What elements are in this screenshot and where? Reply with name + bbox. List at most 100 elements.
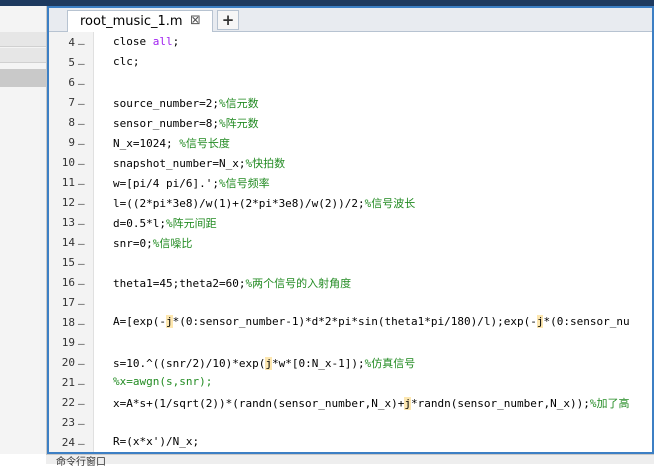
code-line[interactable]: 18– A=[exp(-j*(0:sensor_number-1)*d*2*pi*… (49, 312, 652, 332)
code-line[interactable]: 21– %x=awgn(s,snr); (49, 372, 652, 392)
code-comment: %阵元数 (218, 117, 259, 130)
code-comment: %x=awgn(s,snr); (113, 375, 213, 388)
executable-line-marker[interactable]: – (78, 357, 87, 370)
code-line[interactable]: 7– source_number=2;%信元数 (49, 92, 652, 112)
executable-line-marker[interactable]: – (78, 157, 87, 170)
code-token: *randn(sensor_number,N_x)); (411, 397, 590, 410)
code-text: l=((2*pi*3e8)/w(1)+(2*pi*3e8)/w(2))/2;%信… (113, 195, 415, 211)
code-line[interactable]: 23– (49, 412, 652, 432)
code-line[interactable]: 15– (49, 252, 652, 272)
executable-line-marker[interactable]: – (78, 137, 87, 150)
line-number: 9 (68, 136, 75, 149)
code-token: *(0:sensor_nu (543, 315, 630, 328)
line-number: 23 (61, 416, 75, 429)
executable-line-marker[interactable]: – (78, 377, 87, 390)
code-line[interactable]: 17– (49, 292, 652, 312)
folder-row[interactable] (0, 32, 46, 47)
code-token: theta1=45;theta2=60; (113, 277, 246, 290)
line-number: 19 (61, 336, 75, 349)
executable-line-marker[interactable]: – (78, 397, 87, 410)
tab-root-music-1[interactable]: root_music_1.m ⊠ (67, 10, 213, 32)
code-line[interactable]: 11– w=[pi/4 pi/6].';%信号频率 (49, 172, 652, 192)
code-highlight: j (165, 315, 173, 328)
code-line[interactable]: 16– theta1=45;theta2=60;%两个信号的入射角度 (49, 272, 652, 292)
code-token: sensor_number=8; (113, 117, 219, 130)
executable-line-marker[interactable]: – (78, 437, 87, 450)
line-number: 5 (68, 56, 75, 69)
code-comment: %快拍数 (245, 157, 286, 170)
code-line[interactable]: 6– (49, 72, 652, 92)
line-number: 10 (61, 156, 75, 169)
code-text: clc; (113, 55, 140, 68)
code-line[interactable]: 14– snr=0;%信噪比 (49, 232, 652, 252)
line-number: 11 (61, 176, 75, 189)
code-line[interactable]: 19– (49, 332, 652, 352)
line-number: 12 (61, 196, 75, 209)
line-number: 15 (61, 256, 75, 269)
code-token: R=(x*x')/N_x; (113, 435, 200, 448)
code-text: source_number=2;%信元数 (113, 95, 259, 111)
executable-line-marker[interactable]: – (78, 77, 87, 90)
code-highlight: j (265, 357, 272, 370)
code-token: w=[pi/4 pi/6].'; (113, 177, 219, 190)
code-text: d=0.5*l;%阵元间距 (113, 215, 217, 231)
executable-line-marker[interactable]: – (78, 57, 87, 70)
line-number: 21 (61, 376, 75, 389)
selected-folder-row[interactable] (0, 69, 46, 87)
code-token: l=((2*pi*3e8)/w(1)+(2*pi*3e8)/w(2))/2; (113, 197, 365, 210)
code-line[interactable]: 9– N_x=1024; %信号长度 (49, 132, 652, 152)
code-line[interactable]: 13– d=0.5*l;%阵元间距 (49, 212, 652, 232)
executable-line-marker[interactable]: – (78, 197, 87, 210)
code-token: snapshot_number=N_x; (113, 157, 246, 170)
code-text: R=(x*x')/N_x; (113, 435, 199, 448)
code-line[interactable]: 22– x=A*s+(1/sqrt(2))*(randn(sensor_numbe… (49, 392, 652, 412)
code-text: A=[exp(-j*(0:sensor_number-1)*d*2*pi*sin… (113, 315, 630, 328)
line-number: 13 (61, 216, 75, 229)
code-token: N_x=1024; (113, 137, 180, 150)
executable-line-marker[interactable]: – (78, 277, 87, 290)
code-line[interactable]: 24– R=(x*x')/N_x; (49, 432, 652, 452)
code-text: close all; (113, 35, 179, 48)
code-token: x=A*s+(1/sqrt(2))*(randn(sensor_number,N… (113, 397, 405, 410)
code-token: A=[exp(- (113, 315, 166, 328)
code-comment: %仿真信号 (364, 357, 416, 370)
code-token: *w*[0:N_x-1]); (271, 357, 365, 370)
line-number: 14 (61, 236, 75, 249)
code-text: theta1=45;theta2=60;%两个信号的入射角度 (113, 275, 351, 291)
folder-row[interactable] (0, 48, 46, 63)
code-line[interactable]: 20– s=10.^((snr/2)/10)*exp(j*w*[0:N_x-1])… (49, 352, 652, 372)
code-text: snr=0;%信噪比 (113, 235, 192, 251)
code-line[interactable]: 8– sensor_number=8;%阵元数 (49, 112, 652, 132)
add-tab-button[interactable]: + (217, 10, 239, 30)
code-line[interactable]: 12– l=((2*pi*3e8)/w(1)+(2*pi*3e8)/w(2))/2… (49, 192, 652, 212)
code-token: snr=0; (113, 237, 153, 250)
executable-line-marker[interactable]: – (78, 317, 87, 330)
executable-line-marker[interactable]: – (78, 417, 87, 430)
executable-line-marker[interactable]: – (78, 117, 87, 130)
code-comment: %两个信号的入射角度 (245, 277, 352, 290)
executable-line-marker[interactable]: – (78, 257, 87, 270)
command-window-label: 命令行窗口 (56, 457, 106, 468)
code-line[interactable]: 5– clc; (49, 52, 652, 72)
code-text: w=[pi/4 pi/6].';%信号频率 (113, 175, 270, 191)
line-number: 20 (61, 356, 75, 369)
executable-line-marker[interactable]: – (78, 297, 87, 310)
code-token: *(0:sensor_number-1)*d*2*pi*sin(theta1*p… (172, 315, 537, 328)
executable-line-marker[interactable]: – (78, 217, 87, 230)
executable-line-marker[interactable]: – (78, 37, 87, 50)
code-comment: %信号长度 (179, 137, 230, 150)
code-comment: %加了高 (589, 397, 630, 410)
executable-line-marker[interactable]: – (78, 177, 87, 190)
code-line[interactable]: 4– close all; (49, 32, 652, 52)
executable-line-marker[interactable]: – (78, 337, 87, 350)
tab-label: root_music_1.m (80, 14, 183, 29)
line-number: 4 (68, 36, 75, 49)
executable-line-marker[interactable]: – (78, 97, 87, 110)
line-number: 16 (61, 276, 75, 289)
line-number: 22 (61, 396, 75, 409)
code-token: s=10.^((snr/2)/10)*exp( (113, 357, 266, 370)
close-tab-icon[interactable]: ⊠ (190, 13, 201, 28)
code-line[interactable]: 10– snapshot_number=N_x;%快拍数 (49, 152, 652, 172)
code-text: N_x=1024; %信号长度 (113, 135, 230, 151)
executable-line-marker[interactable]: – (78, 237, 87, 250)
